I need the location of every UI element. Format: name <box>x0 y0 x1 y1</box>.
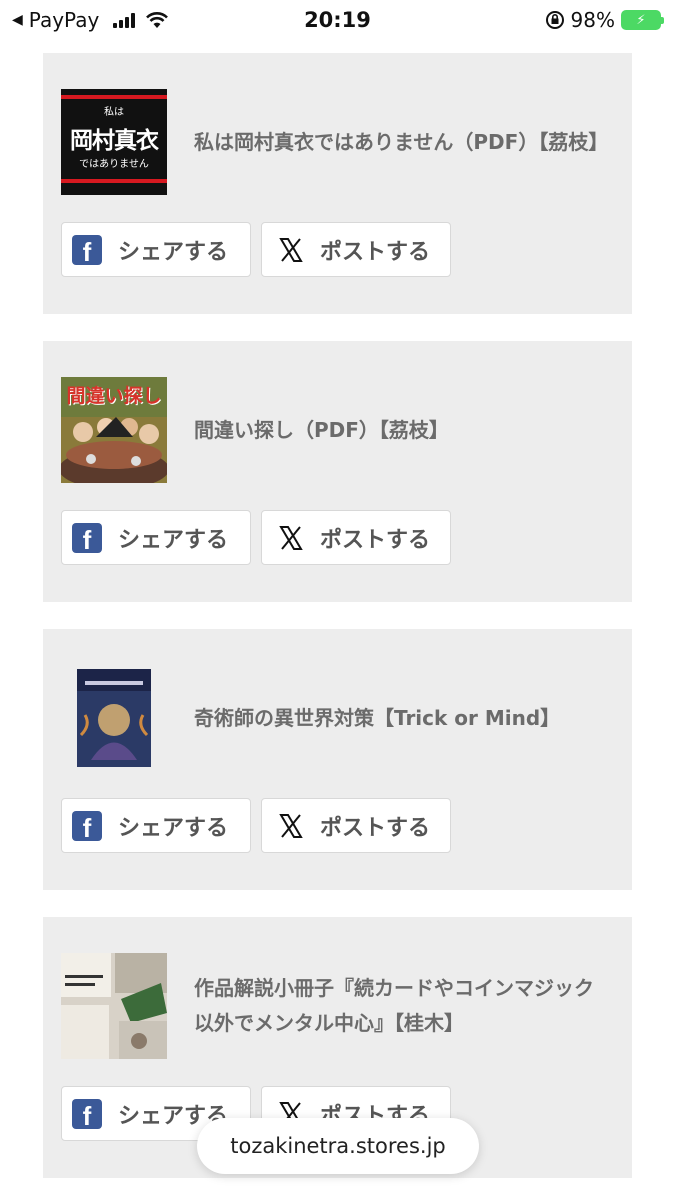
status-bar: ◀ PayPay 20:19 98% ⚡ <box>0 0 675 40</box>
x-post-button[interactable]: ポストする <box>261 222 451 277</box>
status-left: ◀ PayPay <box>12 8 169 32</box>
x-post-label: ポストする <box>320 239 431 265</box>
x-logo-icon <box>279 237 303 262</box>
product-title[interactable]: 私は岡村真衣ではありません（PDF）【茘枝】 <box>194 89 608 195</box>
x-post-button[interactable]: ポストする <box>261 510 451 565</box>
facebook-share-label: シェアする <box>118 815 229 841</box>
facebook-icon: f <box>72 1098 102 1129</box>
product-card: 奇術師の異世界対策【Trick or Mind】 f シェアする ポストする <box>43 629 632 890</box>
facebook-icon: f <box>72 234 102 265</box>
back-arrow-icon[interactable]: ◀ <box>12 12 23 28</box>
facebook-share-label: シェアする <box>118 239 229 265</box>
product-card: 間違い探し 間違い探し（PDF）【茘枝】 f シェアする ポストする <box>43 341 632 602</box>
product-title[interactable]: 奇術師の異世界対策【Trick or Mind】 <box>194 665 608 771</box>
address-bar-url: tozakinetra.stores.jp <box>230 1134 446 1158</box>
battery-charging-icon: ⚡ <box>621 10 664 30</box>
x-post-button[interactable]: ポストする <box>261 798 451 853</box>
thumbnail-booklet-collage <box>61 953 167 1059</box>
facebook-icon: f <box>72 522 102 553</box>
thumb-text-small: 私は <box>104 107 124 118</box>
product-title[interactable]: 作品解説小冊子『続カードやコインマジック以外でメンタル中心』【桂木】 <box>194 953 608 1059</box>
status-right: 98% ⚡ <box>545 8 664 32</box>
facebook-icon: f <box>72 810 102 841</box>
cell-signal-icon <box>113 12 136 28</box>
product-thumbnail[interactable]: 私は 岡村真衣 ではありません <box>61 89 167 195</box>
rotation-lock-icon <box>545 11 564 29</box>
thumbnail-book-cover <box>61 665 167 771</box>
address-bar[interactable]: tozakinetra.stores.jp <box>197 1118 479 1174</box>
back-app-label[interactable]: PayPay <box>29 8 100 32</box>
facebook-share-button[interactable]: f シェアする <box>61 222 251 277</box>
product-title[interactable]: 間違い探し（PDF）【茘枝】 <box>194 377 608 483</box>
x-post-label: ポストする <box>320 815 431 841</box>
battery-percent: 98% <box>570 8 615 32</box>
facebook-share-button[interactable]: f シェアする <box>61 798 251 853</box>
facebook-share-label: シェアする <box>118 527 229 553</box>
wifi-icon <box>146 12 169 28</box>
product-thumbnail[interactable]: 間違い探し <box>61 377 167 483</box>
x-logo-icon <box>279 525 303 550</box>
x-logo-icon <box>279 813 303 838</box>
facebook-share-button[interactable]: f シェアする <box>61 510 251 565</box>
x-post-label: ポストする <box>320 527 431 553</box>
thumb-text-sub: ではありません <box>79 159 149 170</box>
product-thumbnail[interactable] <box>61 665 167 771</box>
thumb-text-big: 岡村真衣 <box>70 128 159 154</box>
thumb-text-top: 間違い探し <box>66 385 162 407</box>
product-thumbnail[interactable] <box>61 953 167 1059</box>
product-card: 私は 岡村真衣 ではありません 私は岡村真衣ではありません（PDF）【茘枝】 f… <box>43 53 632 314</box>
